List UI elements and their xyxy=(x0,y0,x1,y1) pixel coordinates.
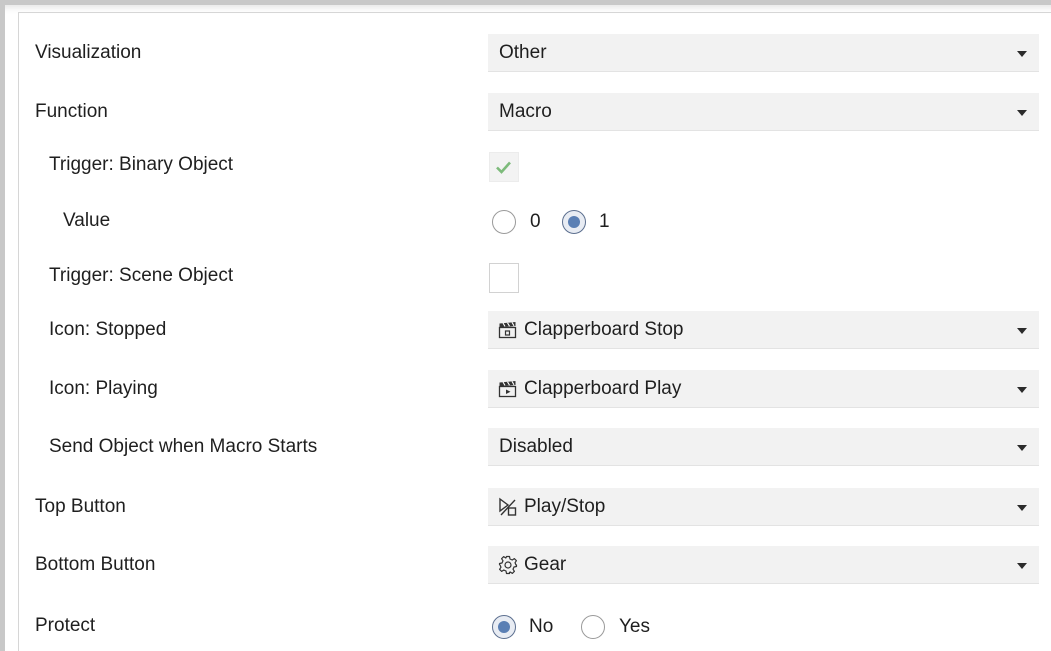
visualization-dropdown[interactable]: Other xyxy=(488,34,1039,72)
function-value: Macro xyxy=(499,101,552,122)
value-radio-1[interactable] xyxy=(562,210,586,234)
visualization-value: Other xyxy=(499,42,547,63)
trigger-binary-checkbox[interactable] xyxy=(489,152,519,182)
icon-stopped-value: Clapperboard Stop xyxy=(524,319,684,340)
top-button-value: Play/Stop xyxy=(524,496,606,517)
row-send-object: Send Object when Macro Starts Disabled xyxy=(0,427,1051,467)
trigger-scene-checkbox[interactable] xyxy=(489,263,519,293)
gear-icon xyxy=(498,555,518,575)
row-bottom-button: Bottom Button Gear xyxy=(0,545,1051,585)
bottom-button-dropdown[interactable]: Gear xyxy=(488,546,1039,584)
trigger-binary-label: Trigger: Binary Object xyxy=(49,154,234,175)
send-object-value: Disabled xyxy=(499,436,573,457)
protect-radio-yes[interactable] xyxy=(581,615,605,639)
top-button-dropdown[interactable]: Play/Stop xyxy=(488,488,1039,526)
chevron-down-icon xyxy=(1017,445,1027,451)
row-trigger-binary: Trigger: Binary Object xyxy=(0,145,1051,185)
function-dropdown[interactable]: Macro xyxy=(488,93,1039,131)
row-visualization: Visualization Other xyxy=(0,33,1051,73)
row-function: Function Macro xyxy=(0,92,1051,132)
row-protect: Protect No Yes xyxy=(0,606,1051,646)
row-trigger-scene: Trigger: Scene Object xyxy=(0,256,1051,296)
value-option-0-label: 0 xyxy=(530,211,541,232)
icon-stopped-dropdown[interactable]: Clapperboard Stop xyxy=(488,311,1039,349)
chevron-down-icon xyxy=(1017,563,1027,569)
clapperboard-play-icon xyxy=(498,381,517,398)
value-option-1-label: 1 xyxy=(599,211,610,232)
checkmark-icon xyxy=(496,161,511,174)
chevron-down-icon xyxy=(1017,110,1027,116)
row-top-button: Top Button Play/Stop xyxy=(0,487,1051,527)
row-icon-stopped: Icon: Stopped Clapperboard Stop xyxy=(0,310,1051,350)
visualization-label: Visualization xyxy=(35,42,142,63)
chevron-down-icon xyxy=(1017,51,1027,57)
send-object-label: Send Object when Macro Starts xyxy=(49,436,318,457)
icon-playing-dropdown[interactable]: Clapperboard Play xyxy=(488,370,1039,408)
chevron-down-icon xyxy=(1017,387,1027,393)
play-stop-icon xyxy=(499,497,517,516)
value-label: Value xyxy=(63,210,111,231)
row-value: Value 0 1 xyxy=(0,201,1051,241)
bottom-button-value: Gear xyxy=(524,554,567,575)
row-icon-playing: Icon: Playing Clapperboard Play xyxy=(0,369,1051,409)
bottom-button-label: Bottom Button xyxy=(35,554,156,575)
function-label: Function xyxy=(35,101,108,122)
protect-label: Protect xyxy=(35,615,96,636)
chevron-down-icon xyxy=(1017,505,1027,511)
value-radio-0[interactable] xyxy=(492,210,516,234)
send-object-dropdown[interactable]: Disabled xyxy=(488,428,1039,466)
icon-playing-value: Clapperboard Play xyxy=(524,378,682,399)
protect-option-no-label: No xyxy=(529,616,554,637)
trigger-scene-label: Trigger: Scene Object xyxy=(49,265,234,286)
protect-radio-no[interactable] xyxy=(492,615,516,639)
icon-playing-label: Icon: Playing xyxy=(49,378,158,399)
top-button-label: Top Button xyxy=(35,496,126,517)
icon-stopped-label: Icon: Stopped xyxy=(49,319,167,340)
chevron-down-icon xyxy=(1017,328,1027,334)
panel-top-border xyxy=(18,12,1051,13)
clapperboard-stop-icon xyxy=(498,322,517,339)
protect-option-yes-label: Yes xyxy=(619,616,650,637)
